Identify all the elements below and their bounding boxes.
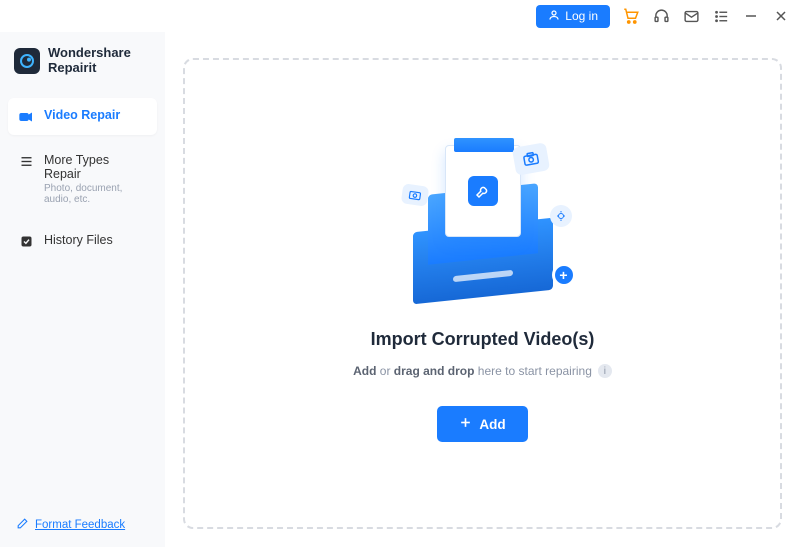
wrench-icon: [468, 176, 498, 206]
camera-icon: [400, 183, 429, 206]
titlebar: Log in: [0, 0, 800, 32]
brand: Wondershare Repairit: [0, 40, 165, 94]
menu-icon: [18, 154, 34, 170]
drop-zone[interactable]: + Import Corrupted Video(s) Add or drag …: [183, 58, 782, 529]
app-logo-icon: [14, 48, 40, 74]
add-label: Add: [479, 417, 505, 432]
content-area: + Import Corrupted Video(s) Add or drag …: [165, 32, 800, 547]
feedback-label: Format Feedback: [35, 519, 125, 531]
camera-icon: [511, 142, 549, 175]
sidebar-item-sublabel: Photo, document, audio, etc.: [44, 183, 147, 205]
format-feedback-link[interactable]: Format Feedback: [0, 503, 165, 547]
list-icon[interactable]: [712, 7, 730, 25]
sidebar: Wondershare Repairit Video Repair More T…: [0, 32, 165, 547]
sidebar-item-label: History Files: [44, 233, 113, 247]
import-illustration: +: [398, 145, 568, 315]
login-button[interactable]: Log in: [536, 5, 610, 28]
sidebar-item-label: More Types Repair: [44, 153, 147, 181]
info-icon[interactable]: i: [598, 364, 612, 378]
sidebar-item-video-repair[interactable]: Video Repair: [8, 98, 157, 135]
close-button[interactable]: [772, 10, 790, 22]
main-layout: Wondershare Repairit Video Repair More T…: [0, 32, 800, 547]
sidebar-item-history-files[interactable]: History Files: [8, 223, 157, 260]
video-camera-icon: [18, 109, 34, 125]
brand-name: Wondershare Repairit: [48, 46, 131, 76]
bug-icon: [550, 205, 572, 227]
sidebar-item-more-types-repair[interactable]: More Types Repair Photo, document, audio…: [8, 143, 157, 215]
login-label: Log in: [565, 9, 598, 23]
page-subtitle: Add or drag and drop here to start repai…: [353, 364, 612, 378]
plus-badge-icon: +: [552, 263, 576, 287]
page-title: Import Corrupted Video(s): [371, 329, 595, 350]
mail-icon[interactable]: [682, 7, 700, 25]
add-button[interactable]: Add: [437, 406, 527, 442]
edit-icon: [16, 517, 29, 533]
headset-icon[interactable]: [652, 7, 670, 25]
check-box-icon: [18, 234, 34, 250]
plus-icon: [459, 416, 472, 432]
user-icon: [548, 9, 560, 24]
minimize-button[interactable]: [742, 10, 760, 22]
cart-icon[interactable]: [622, 7, 640, 25]
sidebar-item-label: Video Repair: [44, 108, 120, 122]
